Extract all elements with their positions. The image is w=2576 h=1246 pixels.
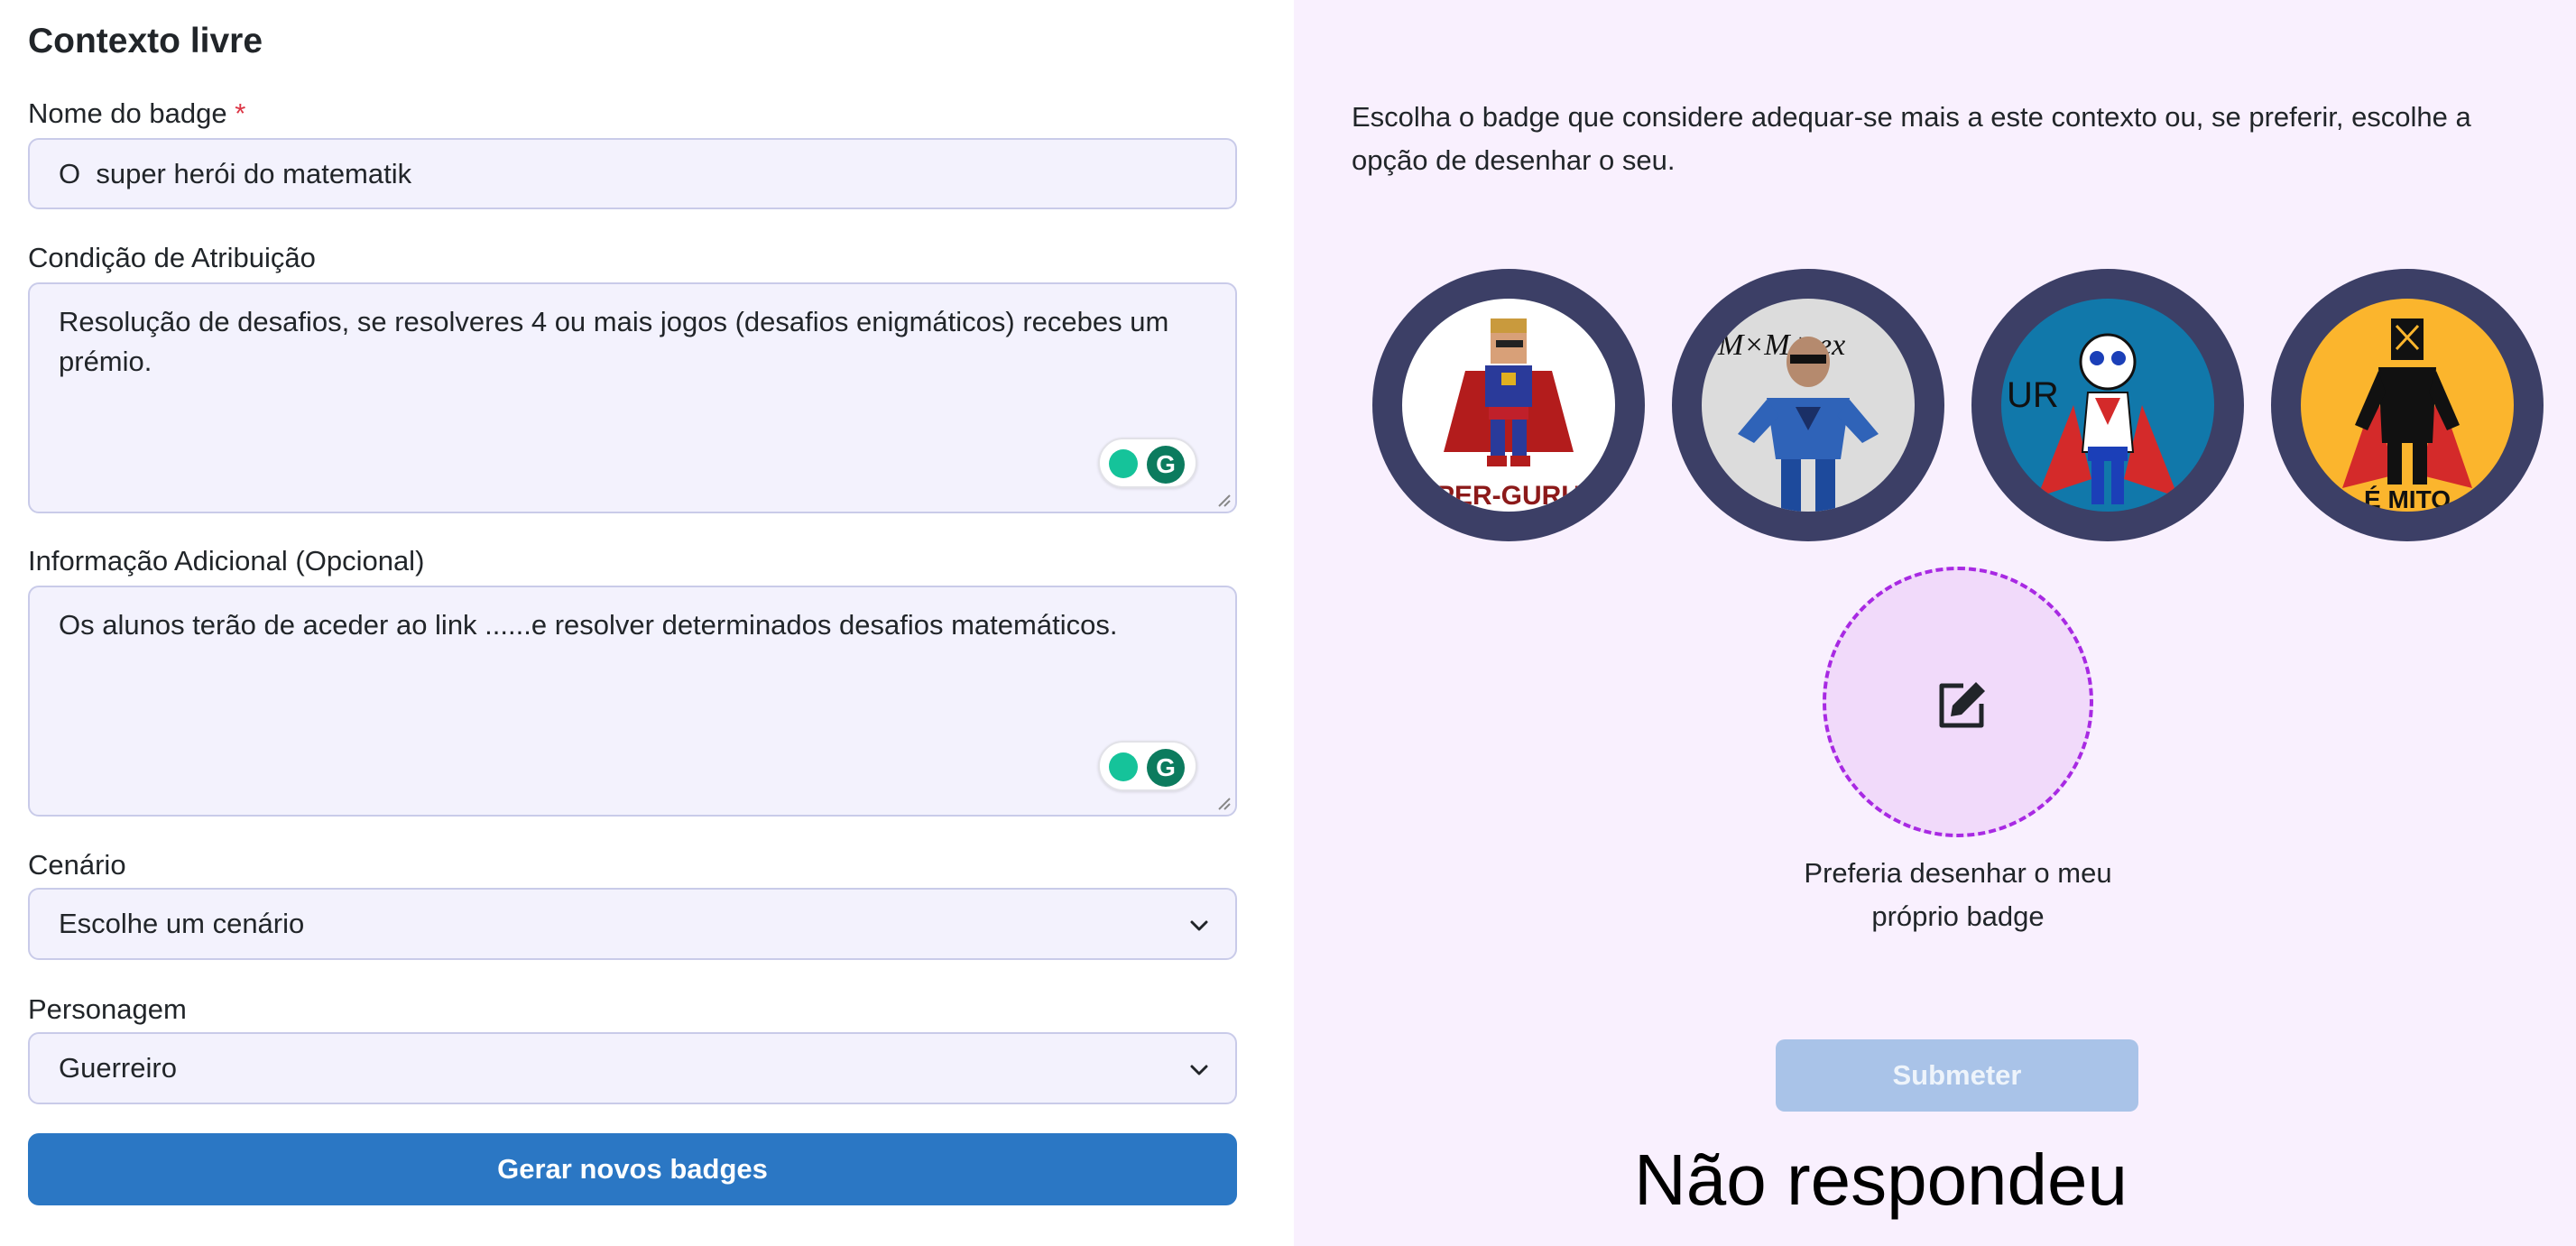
character-value: Guerreiro xyxy=(59,1052,177,1084)
badge-option-4[interactable]: É MITO xyxy=(2271,269,2544,541)
condition-textarea[interactable]: Resolução de desafios, se resolveres 4 o… xyxy=(28,282,1237,513)
draw-own-badge-label: Preferia desenhar o meu próprio badge xyxy=(1804,857,2112,932)
badge-blue-hero-image: UR xyxy=(2001,299,2214,512)
badge-selection-panel: Escolha o badge que considere adequar-se… xyxy=(1294,0,2576,1246)
required-mark: * xyxy=(235,97,246,129)
condition-label: Condição de Atribuição xyxy=(28,242,316,273)
resize-handle-icon[interactable] xyxy=(1215,795,1232,811)
no-response-overlay-text: Não respondeu xyxy=(1633,1140,2128,1220)
lightbulb-icon xyxy=(1109,449,1138,478)
condition-value: Resolução de desafios, se resolveres 4 o… xyxy=(59,306,1169,377)
badge-option-1[interactable]: PER-GURU xyxy=(1372,269,1645,541)
badge-option-2[interactable]: M×M+ ex xyxy=(1672,269,1944,541)
badge-name-input[interactable]: O super herói do matematik xyxy=(28,138,1237,209)
additional-info-label: Informação Adicional (Opcional) xyxy=(28,545,425,577)
resize-handle-icon[interactable] xyxy=(1215,492,1232,508)
grammarly-widget[interactable]: G xyxy=(1098,741,1197,791)
form-title: Contexto livre xyxy=(28,22,263,60)
additional-info-textarea[interactable]: Os alunos terão de aceder ao link ......… xyxy=(28,586,1237,817)
badge-1-caption: PER-GURU xyxy=(1436,481,1581,511)
chevron-down-icon xyxy=(1190,920,1208,931)
badge-name-label-text: Nome do badge xyxy=(28,97,227,129)
badge-name-value: O super herói do matematik xyxy=(59,158,412,189)
grammarly-icon: G xyxy=(1147,446,1185,484)
badge-math-hero-image: M×M+ ex xyxy=(1702,299,1915,512)
badge-pixel-hero-image: PER-GURU xyxy=(1402,299,1615,512)
grammarly-widget[interactable]: G xyxy=(1098,438,1197,488)
badge-black-hero-image: É MITO xyxy=(2301,299,2514,512)
grammarly-icon: G xyxy=(1147,749,1185,787)
additional-info-value: Os alunos terão de aceder ao link ......… xyxy=(59,609,1118,641)
badge-4-caption: É MITO xyxy=(2364,485,2451,512)
character-label: Personagem xyxy=(28,993,187,1025)
instruction-text: Escolha o badge que considere adequar-se… xyxy=(1352,101,2471,176)
character-select[interactable]: Guerreiro xyxy=(28,1032,1237,1104)
badge-3-caption: UR xyxy=(2007,375,2059,415)
scenario-select[interactable]: Escolhe um cenário xyxy=(28,888,1237,960)
submit-button[interactable]: Submeter xyxy=(1776,1039,2138,1112)
scenario-value: Escolhe um cenário xyxy=(59,908,305,939)
badge-option-3[interactable]: UR xyxy=(1971,269,2244,541)
badge-form-panel: Contexto livre Nome do badge * O super h… xyxy=(0,0,1294,1246)
chevron-down-icon xyxy=(1190,1065,1208,1075)
pencil-square-icon xyxy=(1939,682,1985,728)
draw-own-badge-button[interactable] xyxy=(1823,567,2093,837)
generate-badges-button[interactable]: Gerar novos badges xyxy=(28,1133,1237,1205)
scenario-label: Cenário xyxy=(28,849,126,881)
badge-name-label: Nome do badge * xyxy=(28,97,245,130)
lightbulb-icon xyxy=(1109,752,1138,781)
